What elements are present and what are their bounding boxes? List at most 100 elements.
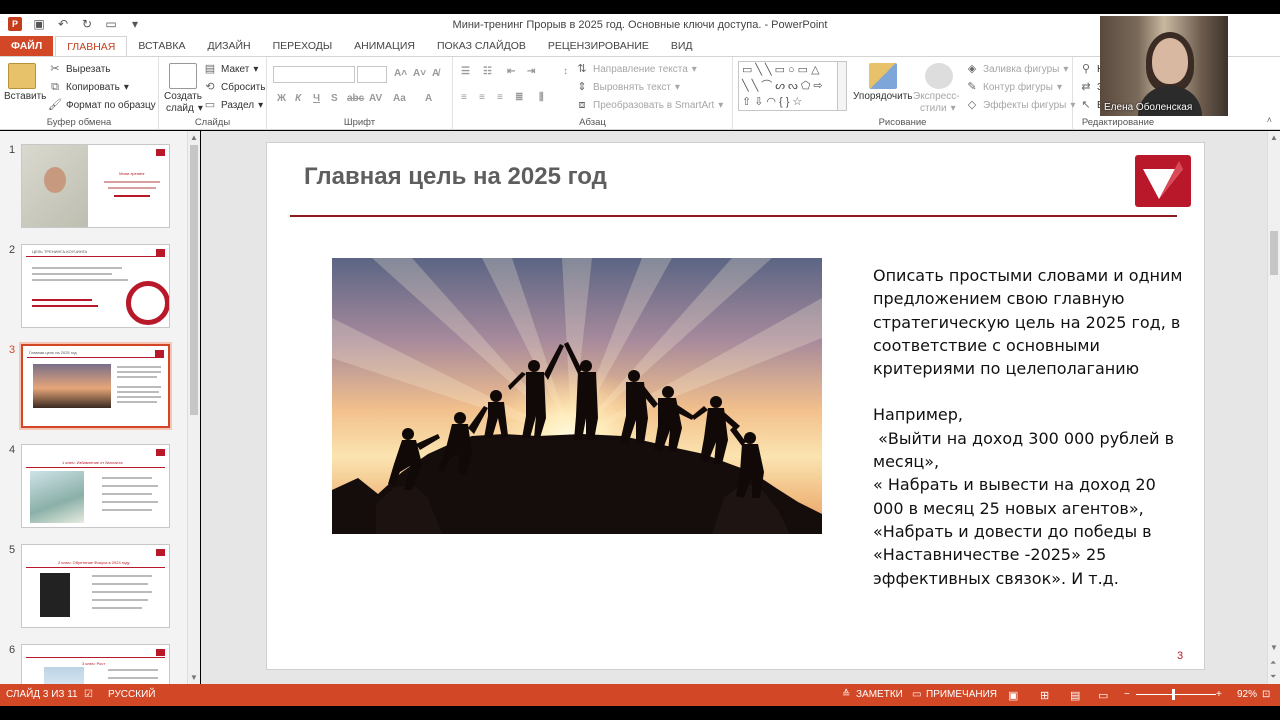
slideshow-icon[interactable]: ▭	[1098, 689, 1108, 702]
slide-thumbnail-3[interactable]: Главная цель на 2025 год	[19, 342, 172, 430]
layout-button[interactable]: ▤ Макет ▾	[203, 63, 259, 75]
slide-thumbnail-5[interactable]: 2 ключ: Обретение Фокуса в 2024 году	[21, 544, 170, 628]
slide-thumbnail-4[interactable]: 1 ключ: Избавление от балласта	[21, 444, 170, 528]
justify-icon[interactable]: ≣	[515, 92, 523, 103]
italic-button[interactable]: К	[295, 93, 301, 104]
spellcheck-icon[interactable]: ☑	[84, 689, 93, 700]
tab-design[interactable]: ДИЗАЙН	[196, 36, 261, 56]
slide-scrollbar[interactable]: ▲ ▼ ⏶ ⏷	[1267, 131, 1280, 684]
copy-button[interactable]: ⧉ Копировать ▾	[48, 81, 129, 93]
text-direction-button[interactable]: ⇅ Направление текста ▾	[575, 63, 696, 75]
align-text-button[interactable]: ⇕ Выровнять текст ▾	[575, 81, 680, 93]
slide-editing-area: Главная цель на 2025 год Описать простым…	[201, 131, 1267, 684]
language-indicator[interactable]: РУССКИЙ	[108, 689, 155, 700]
underline-button[interactable]: Ч	[313, 93, 320, 104]
shrink-font-icon[interactable]: A˅	[413, 68, 426, 79]
font-size-combo[interactable]	[357, 66, 387, 83]
new-slide-icon[interactable]	[169, 63, 197, 89]
bottom-black-band	[0, 706, 1280, 720]
zoom-in-button[interactable]: +	[1216, 689, 1222, 700]
tab-view[interactable]: ВИД	[660, 36, 704, 56]
teamwork-summit-photo[interactable]	[332, 258, 822, 534]
normal-view-icon[interactable]: ▣	[1008, 689, 1018, 702]
scroll-up-icon[interactable]: ▲	[1270, 133, 1278, 142]
smartart-button[interactable]: ⧈ Преобразовать в SmartArt ▾	[575, 99, 724, 111]
notes-icon[interactable]: ≙	[842, 689, 850, 700]
bullets-icon[interactable]: ☰	[461, 66, 470, 77]
reading-view-icon[interactable]: ▤	[1070, 689, 1080, 702]
slide-body-text[interactable]: Описать простыми словами и одним предлож…	[873, 264, 1183, 590]
zoom-out-button[interactable]: −	[1124, 689, 1130, 700]
tab-animations[interactable]: АНИМАЦИЯ	[343, 36, 426, 56]
thumbnail-title: 2 ключ: Обретение Фокуса в 2024 году	[58, 560, 130, 565]
zoom-slider-thumb[interactable]	[1172, 689, 1175, 700]
tab-insert[interactable]: ВСТАВКА	[127, 36, 196, 56]
shape-effects-button[interactable]: ◇ Эффекты фигуры ▾	[965, 99, 1076, 111]
slide-thumbnail-6[interactable]: 3 ключ: Рост	[21, 644, 170, 684]
align-right-icon[interactable]: ≡	[497, 92, 503, 103]
tab-review[interactable]: РЕЦЕНЗИРОВАНИЕ	[537, 36, 660, 56]
tab-home[interactable]: ГЛАВНАЯ	[55, 36, 128, 56]
previous-slide-icon[interactable]: ⏶	[1270, 658, 1276, 668]
thumbnail-scrollbar[interactable]: ▲ ▼	[187, 131, 200, 684]
zoom-slider-track[interactable]	[1136, 694, 1216, 695]
slide-thumbnail-2[interactable]: ЦЕЛЬ ТРЕНИНГА-КОУЧИНГА	[21, 244, 170, 328]
decrease-indent-icon[interactable]: ⇤	[507, 66, 515, 77]
cut-button[interactable]: ✂ Вырезать	[48, 63, 110, 75]
reset-button[interactable]: ⟲ Сбросить	[203, 81, 265, 93]
quick-styles-button[interactable]: Экспресс-	[913, 91, 960, 102]
increase-indent-icon[interactable]: ⇥	[527, 66, 535, 77]
shape-fill-button[interactable]: ◈ Заливка фигуры ▾	[965, 63, 1069, 75]
top-black-band	[0, 0, 1280, 14]
shape-outline-button[interactable]: ✎ Контур фигуры ▾	[965, 81, 1062, 93]
shapes-scroll[interactable]	[837, 61, 847, 111]
collapse-ribbon-icon[interactable]: ˄	[1267, 115, 1272, 125]
notes-button[interactable]: ЗАМЕТКИ	[856, 689, 903, 700]
columns-icon[interactable]: ⫼	[539, 92, 544, 103]
font-name-combo[interactable]	[273, 66, 355, 83]
arrange-button[interactable]: Упорядочить	[853, 91, 913, 102]
slide-title[interactable]: Главная цель на 2025 год	[304, 163, 607, 191]
slide-thumbnail-1[interactable]: Мини-тренинг	[21, 144, 170, 228]
thumbnail-text-line	[102, 485, 158, 487]
format-painter-button[interactable]: 🖌 Формат по образцу	[48, 99, 156, 111]
char-spacing-button[interactable]: AV	[369, 93, 382, 104]
comments-button[interactable]: ПРИМЕЧАНИЯ	[926, 689, 997, 700]
bold-button[interactable]: Ж	[277, 93, 286, 104]
quick-styles-button-2[interactable]: стили ▾	[920, 103, 956, 114]
arrange-icon[interactable]	[869, 63, 897, 89]
paste-icon[interactable]	[8, 63, 36, 89]
comments-icon[interactable]: ▭	[912, 689, 921, 700]
slide-scroll-thumb[interactable]	[1270, 231, 1278, 275]
section-button[interactable]: ▭ Раздел ▾	[203, 99, 263, 111]
slide-sorter-icon[interactable]: ⊞	[1040, 689, 1049, 702]
thumbnail-scroll-thumb[interactable]	[190, 145, 198, 415]
new-slide-button[interactable]: Создать	[164, 91, 202, 102]
chevron-down-icon: ▾	[950, 103, 956, 114]
scroll-down-icon[interactable]: ▼	[190, 673, 198, 682]
shadow-button[interactable]: S	[331, 93, 338, 104]
next-slide-icon[interactable]: ⏷	[1270, 672, 1276, 682]
grow-font-icon[interactable]: A˄	[394, 68, 407, 79]
strikethrough-button[interactable]: abc	[347, 93, 364, 104]
slide-canvas[interactable]: Главная цель на 2025 год Описать простым…	[266, 142, 1205, 670]
font-color-button[interactable]: A	[425, 93, 432, 104]
tab-file[interactable]: ФАЙЛ	[0, 36, 54, 56]
line-spacing-icon[interactable]: ↕	[563, 66, 568, 77]
change-case-button[interactable]: Aa	[393, 93, 406, 104]
align-left-icon[interactable]: ≡	[461, 92, 467, 103]
paste-button[interactable]: Вставить	[4, 91, 46, 102]
align-center-icon[interactable]: ≡	[479, 92, 485, 103]
tab-slideshow[interactable]: ПОКАЗ СЛАЙДОВ	[426, 36, 537, 56]
quick-styles-icon[interactable]	[925, 63, 953, 89]
tab-transitions[interactable]: ПЕРЕХОДЫ	[262, 36, 344, 56]
clear-formatting-icon[interactable]: A̸	[432, 68, 439, 79]
scroll-up-icon[interactable]: ▲	[190, 133, 198, 142]
numbering-icon[interactable]: ☷	[483, 66, 492, 77]
shapes-gallery[interactable]: ▭╲╲▭○▭△ ╲╲⌒ᔕᔓ⬠⇨ ⇧⇩◠{}☆	[738, 61, 842, 111]
scroll-down-icon[interactable]: ▼	[1270, 643, 1278, 652]
zoom-level[interactable]: 92%	[1237, 689, 1257, 700]
new-slide-button-2[interactable]: слайд ▾	[166, 103, 203, 114]
thumbnail-text-line	[92, 607, 142, 609]
fit-to-window-icon[interactable]: ⊡	[1262, 689, 1270, 700]
